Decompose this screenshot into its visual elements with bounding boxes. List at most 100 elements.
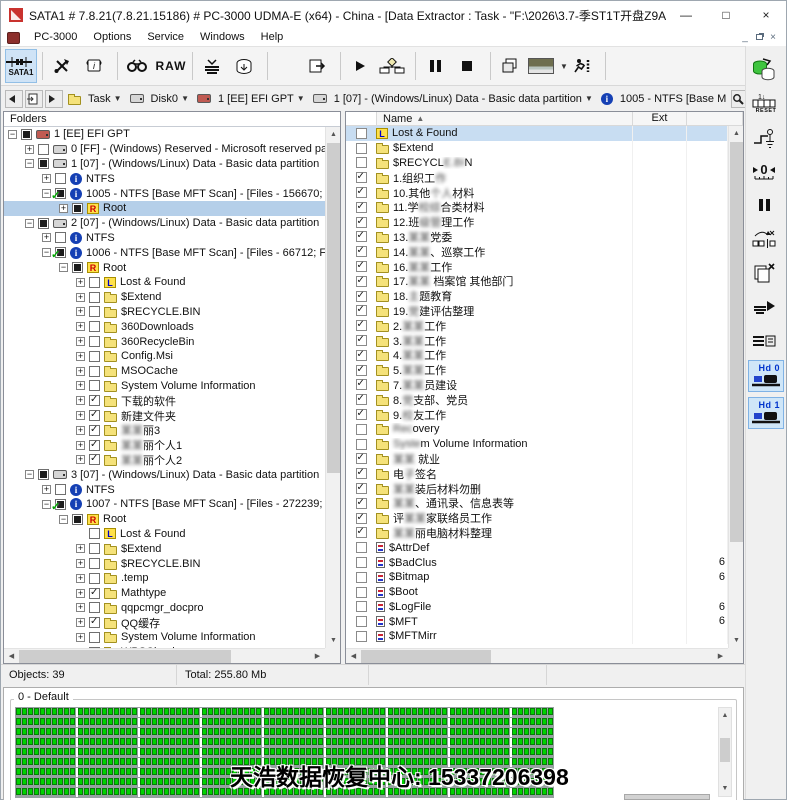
tree-checkbox[interactable] bbox=[55, 484, 66, 495]
tree-item[interactable]: +某某丽个人2 bbox=[4, 453, 325, 468]
raw-recovery-button[interactable]: RAW bbox=[155, 49, 187, 83]
filter-queue-button[interactable] bbox=[748, 326, 784, 356]
nav-forward[interactable] bbox=[45, 90, 63, 108]
table-row[interactable]: $RECYCLE.BIN bbox=[346, 156, 728, 171]
tree-item[interactable]: +iNTFS bbox=[4, 231, 325, 246]
search-button[interactable] bbox=[123, 49, 155, 83]
expand-icon[interactable]: + bbox=[76, 411, 85, 420]
collapse-icon[interactable]: − bbox=[42, 189, 51, 198]
scrollbar-thumb[interactable] bbox=[720, 738, 730, 762]
nav-back[interactable] bbox=[5, 90, 23, 108]
map-vertical-scrollbar[interactable]: ▲ ▼ bbox=[718, 707, 732, 797]
expand-icon[interactable]: + bbox=[76, 293, 85, 302]
tree-item[interactable]: +$Extend bbox=[4, 290, 325, 305]
expand-icon[interactable]: + bbox=[76, 589, 85, 598]
row-checkbox[interactable] bbox=[356, 350, 367, 361]
dropdown-icon[interactable]: ▼ bbox=[560, 62, 568, 71]
tree-checkbox[interactable] bbox=[89, 588, 100, 599]
table-row[interactable]: $BadClus6 bbox=[346, 555, 728, 570]
scroll-down-icon[interactable]: ▼ bbox=[729, 633, 744, 648]
tree-item[interactable]: +$RECYCLE.BIN bbox=[4, 305, 325, 320]
expand-icon[interactable]: + bbox=[76, 574, 85, 583]
dropdown-icon[interactable]: ▼ bbox=[585, 94, 593, 103]
scroll-up-icon[interactable]: ▲ bbox=[729, 126, 744, 141]
tree-checkbox[interactable] bbox=[89, 454, 100, 465]
tree-item[interactable]: −2 [07] - (Windows/Linux) Data - Basic d… bbox=[4, 216, 325, 231]
expand-icon[interactable]: + bbox=[76, 544, 85, 553]
row-checkbox[interactable] bbox=[356, 468, 367, 479]
list-vertical-scrollbar[interactable]: ▲ ▼ bbox=[728, 126, 743, 648]
tools-button[interactable] bbox=[48, 49, 80, 83]
expand-icon[interactable]: + bbox=[76, 455, 85, 464]
tree-item[interactable]: +Mathtype bbox=[4, 586, 325, 601]
tree-item[interactable]: +System Volume Information bbox=[4, 630, 325, 645]
expand-icon[interactable]: + bbox=[76, 322, 85, 331]
tree-vertical-scrollbar[interactable]: ▲ ▼ bbox=[325, 127, 340, 648]
row-checkbox[interactable] bbox=[356, 409, 367, 420]
tree-checkbox[interactable] bbox=[89, 395, 100, 406]
tree-item[interactable]: +某某丽个人1 bbox=[4, 438, 325, 453]
export-data-button[interactable] bbox=[303, 49, 335, 83]
table-row[interactable]: 评某某家联络员工作 bbox=[346, 511, 728, 526]
tree-item[interactable]: −1 [EE] EFI GPT bbox=[4, 127, 325, 142]
dropdown-icon[interactable]: ▼ bbox=[297, 94, 305, 103]
tree-checkbox[interactable] bbox=[89, 277, 100, 288]
tree-checkbox[interactable] bbox=[55, 188, 66, 199]
container-button[interactable] bbox=[230, 49, 262, 83]
tree-checkbox[interactable] bbox=[89, 602, 100, 613]
map-horizontal-scrollbar[interactable] bbox=[624, 794, 710, 800]
menu-options[interactable]: Options bbox=[85, 29, 139, 46]
stop-button[interactable] bbox=[453, 49, 485, 83]
table-row[interactable]: 12.班级管理工作 bbox=[346, 215, 728, 230]
row-checkbox[interactable] bbox=[356, 217, 367, 228]
expand-icon[interactable]: + bbox=[76, 633, 85, 642]
size-column-header[interactable] bbox=[686, 112, 743, 125]
row-checkbox[interactable] bbox=[356, 453, 367, 464]
collapse-icon[interactable]: − bbox=[8, 130, 17, 139]
crumb-volume[interactable]: i1005 - NTFS [Base M bbox=[598, 93, 729, 105]
tree-item[interactable]: +MSOCache bbox=[4, 364, 325, 379]
tree-item[interactable]: +某某丽3 bbox=[4, 423, 325, 438]
table-row[interactable]: $Boot bbox=[346, 585, 728, 600]
scroll-up-icon[interactable]: ▲ bbox=[326, 127, 340, 142]
database-recycle-button[interactable] bbox=[748, 54, 784, 84]
tree-checkbox[interactable] bbox=[55, 247, 66, 258]
row-checkbox[interactable] bbox=[356, 542, 367, 553]
tree-item[interactable]: +新建文件夹 bbox=[4, 408, 325, 423]
row-checkbox[interactable] bbox=[356, 527, 367, 538]
table-row[interactable]: 1.组织工作 bbox=[346, 170, 728, 185]
tree-checkbox[interactable] bbox=[89, 573, 100, 584]
scrollbar-thumb[interactable] bbox=[19, 650, 231, 663]
expand-icon[interactable]: + bbox=[76, 337, 85, 346]
tree-checkbox[interactable] bbox=[89, 425, 100, 436]
tree-checkbox[interactable] bbox=[89, 543, 100, 554]
row-checkbox[interactable] bbox=[356, 631, 367, 642]
table-row[interactable]: System Volume Information bbox=[346, 437, 728, 452]
filter-button[interactable] bbox=[198, 49, 230, 83]
filter-start-button[interactable] bbox=[748, 292, 784, 322]
list-horizontal-scrollbar[interactable]: ◀ ▶ bbox=[346, 648, 728, 663]
tree-checkbox[interactable] bbox=[38, 158, 49, 169]
collapse-icon[interactable]: − bbox=[59, 263, 68, 272]
expand-icon[interactable]: + bbox=[76, 307, 85, 316]
tree-item[interactable]: −i1005 - NTFS [Base MFT Scan] - [Files -… bbox=[4, 186, 325, 201]
row-checkbox[interactable] bbox=[356, 291, 367, 302]
expand-icon[interactable]: + bbox=[76, 441, 85, 450]
row-checkbox[interactable] bbox=[356, 557, 367, 568]
expand-icon[interactable]: + bbox=[76, 381, 85, 390]
tree-checkbox[interactable] bbox=[89, 292, 100, 303]
tree-item[interactable]: +$Extend bbox=[4, 541, 325, 556]
tree-item[interactable]: +LLost & Found bbox=[4, 275, 325, 290]
expand-icon[interactable]: + bbox=[59, 204, 68, 213]
tree-item[interactable]: +System Volume Information bbox=[4, 379, 325, 394]
tree-item[interactable]: +.temp bbox=[4, 571, 325, 586]
row-checkbox[interactable] bbox=[356, 394, 367, 405]
tree-checkbox[interactable] bbox=[55, 499, 66, 510]
expand-icon[interactable]: + bbox=[42, 485, 51, 494]
name-column-header[interactable]: Name ▲ bbox=[376, 112, 632, 125]
tree-horizontal-scrollbar[interactable]: ◀ ▶ bbox=[4, 648, 325, 663]
row-checkbox[interactable] bbox=[356, 276, 367, 287]
table-row[interactable]: 某某丽电脑材料整理 bbox=[346, 526, 728, 541]
expand-icon[interactable]: + bbox=[76, 618, 85, 627]
tree-item[interactable]: −3 [07] - (Windows/Linux) Data - Basic d… bbox=[4, 467, 325, 482]
